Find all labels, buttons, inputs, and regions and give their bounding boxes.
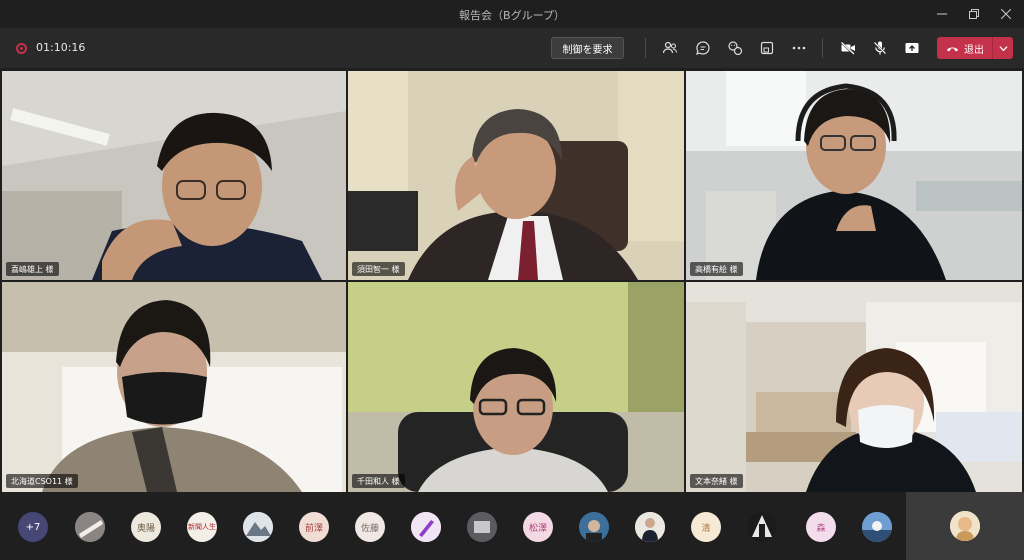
rooms-button[interactable]: [754, 36, 780, 60]
self-avatar: [950, 511, 980, 541]
participants-button[interactable]: [657, 36, 683, 60]
window-titlebar: 報告会（Bグループ）: [0, 0, 1024, 28]
reactions-icon: [728, 41, 743, 56]
toolbar-divider: [645, 38, 646, 58]
avatar-image: [467, 512, 497, 542]
more-actions-button[interactable]: [786, 36, 812, 60]
participant-avatar[interactable]: [579, 512, 609, 542]
avatar-image: [579, 512, 609, 542]
participant-avatar[interactable]: 新聞人生: [187, 512, 217, 542]
mic-off-icon: [873, 41, 887, 55]
participant-strip: +7 奥陽 新聞人生 前澤 佐藤 松澤 清 森: [0, 492, 1024, 560]
chat-button[interactable]: [690, 36, 716, 60]
participant-video: [686, 282, 1022, 492]
participant-name: 文本奈緒 様: [690, 474, 743, 488]
avatar-image: [635, 512, 665, 542]
more-participants-button[interactable]: +7: [18, 512, 48, 542]
participant-avatar[interactable]: 森: [806, 512, 836, 542]
video-tile[interactable]: 文本奈緒 様: [686, 282, 1022, 492]
participant-avatar[interactable]: [747, 512, 777, 542]
participant-avatar[interactable]: 奥陽: [131, 512, 161, 542]
leave-options-dropdown[interactable]: [993, 37, 1013, 59]
mic-toggle-button[interactable]: [867, 36, 893, 60]
participant-video: [348, 282, 684, 492]
participant-avatar[interactable]: 松澤: [523, 512, 553, 542]
more-icon: [792, 46, 806, 50]
meeting-title: 報告会（Bグループ）: [459, 9, 565, 22]
close-icon: [1001, 9, 1011, 19]
participant-avatar[interactable]: [635, 512, 665, 542]
share-button[interactable]: [899, 36, 925, 60]
leave-button[interactable]: 退出: [937, 37, 1013, 59]
minimize-icon: [937, 13, 947, 15]
participant-video: [348, 71, 684, 280]
participant-name: 高橋有絵 様: [690, 262, 743, 276]
camera-toggle-button[interactable]: [835, 36, 861, 60]
minimize-button[interactable]: [924, 0, 960, 28]
chevron-down-icon: [998, 45, 1008, 51]
video-tile[interactable]: 須田智一 様: [348, 71, 684, 280]
meeting-toolbar: 01:10:16 制御を要求 退出: [0, 28, 1024, 68]
participant-video: [686, 71, 1022, 280]
participant-name: 喜嶋雄上 様: [6, 262, 59, 276]
participant-avatar[interactable]: 前澤: [299, 512, 329, 542]
phone-hangup-icon: [946, 47, 959, 51]
close-button[interactable]: [988, 0, 1024, 28]
video-tile[interactable]: 千田和人 様: [348, 282, 684, 492]
chat-icon: [696, 41, 710, 55]
request-control-button[interactable]: 制御を要求: [551, 37, 624, 59]
participant-video: [2, 71, 346, 280]
leave-main[interactable]: 退出: [937, 37, 993, 59]
avatar-image: [950, 511, 980, 541]
avatar-image: [75, 512, 105, 542]
avatar-image: [243, 512, 273, 542]
reactions-button[interactable]: [722, 36, 748, 60]
maximize-button[interactable]: [956, 0, 992, 28]
video-tile[interactable]: 北海道CSO11 様: [2, 282, 346, 492]
self-view-tile[interactable]: [906, 492, 1024, 560]
participant-name: 千田和人 様: [352, 474, 405, 488]
avatar-image: [747, 512, 777, 542]
video-tile[interactable]: 高橋有絵 様: [686, 71, 1022, 280]
participant-name: 北海道CSO11 様: [6, 474, 78, 488]
participant-avatar[interactable]: [75, 512, 105, 542]
toolbar-divider: [822, 38, 823, 58]
pen-icon: [411, 512, 441, 542]
recording-icon: [16, 43, 27, 54]
people-icon: [662, 41, 678, 54]
video-grid: 喜嶋雄上 様 須田智一 様 高橋有絵 様 北海道CSO11 様 千田和人 様 文…: [0, 68, 1024, 492]
participant-video: [2, 282, 346, 492]
restore-icon: [969, 9, 979, 19]
share-icon: [905, 43, 919, 53]
participant-name: 須田智一 様: [352, 262, 405, 276]
recording-timer: 01:10:16: [36, 41, 86, 54]
participant-avatar[interactable]: 佐藤: [355, 512, 385, 542]
participant-avatar[interactable]: [243, 512, 273, 542]
camera-off-icon: [840, 41, 855, 56]
participant-avatar[interactable]: 清: [691, 512, 721, 542]
leave-label: 退出: [964, 44, 984, 56]
participant-avatar[interactable]: [467, 512, 497, 542]
participant-avatar[interactable]: [862, 512, 892, 542]
participant-avatar[interactable]: [411, 512, 441, 542]
video-tile[interactable]: 喜嶋雄上 様: [2, 71, 346, 280]
rooms-icon: [760, 41, 774, 55]
avatar-image: [862, 512, 892, 542]
